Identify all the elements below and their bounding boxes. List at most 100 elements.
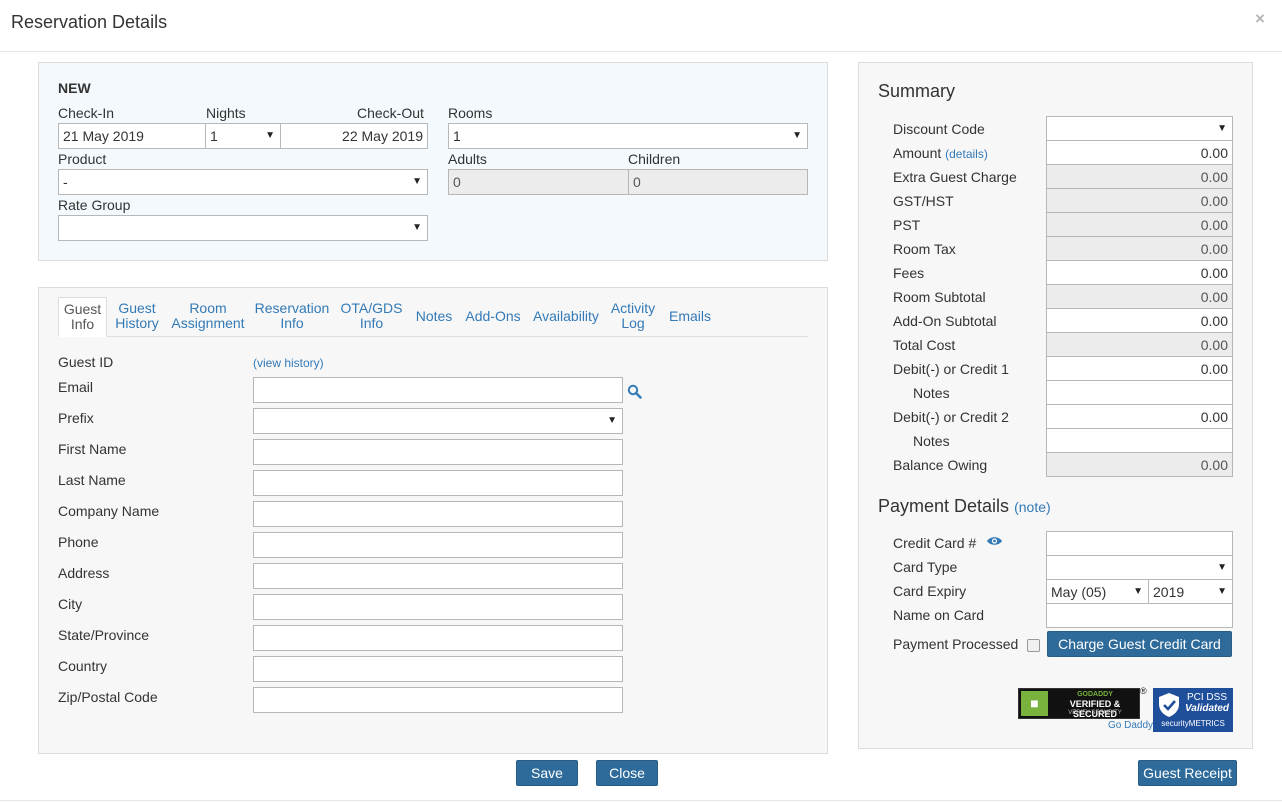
country-field[interactable] (253, 656, 623, 682)
nights-select[interactable]: 1 (205, 123, 281, 149)
room-subtotal-label: Room Subtotal (893, 289, 986, 305)
close-icon[interactable]: × (1255, 9, 1265, 29)
fees-label: Fees (893, 265, 925, 281)
credit-2-notes-label: Notes (913, 433, 950, 449)
pst-label: PST (893, 217, 921, 233)
zip-postal-label: Zip/Postal Code (58, 689, 158, 705)
children-input: 0 (628, 169, 808, 195)
tab-notes[interactable]: Notes (414, 309, 454, 324)
tab-ota-gds-info[interactable]: OTA/GDS Info (340, 301, 403, 331)
last-name-label: Last Name (58, 472, 126, 488)
search-icon[interactable] (627, 384, 642, 399)
payment-details-title: Payment Details (note) (878, 496, 1051, 516)
tab-add-ons[interactable]: Add-Ons (464, 309, 522, 324)
discount-code-label: Discount Code (893, 121, 985, 137)
balance-owing-label: Balance Owing (893, 457, 988, 473)
gst-hst-label: GST/HST (893, 193, 954, 209)
godaddy-seal[interactable]: ■ GODADDY VERIFIED & SECURED VERIFY SECU… (1018, 688, 1140, 719)
card-type-label: Card Type (893, 559, 958, 575)
tab-availability[interactable]: Availability (532, 309, 600, 324)
credit-2-label: Debit(-) or Credit 2 (893, 409, 1009, 425)
tab-divider (58, 336, 808, 337)
first-name-field[interactable] (253, 439, 623, 465)
nights-label: Nights (206, 105, 246, 121)
credit-1-input[interactable]: 0.00 (1046, 356, 1233, 381)
payment-note-link[interactable]: (note) (1014, 499, 1051, 515)
card-number-label: Credit Card # (893, 535, 977, 551)
addon-subtotal-label: Add-On Subtotal (893, 313, 997, 329)
payment-processed-label: Payment Processed (893, 636, 1019, 652)
guest-receipt-button[interactable]: Guest Receipt (1138, 760, 1237, 786)
room-tax-value: 0.00 (1046, 236, 1233, 261)
total-cost-value: 0.00 (1046, 332, 1233, 357)
credit-1-label: Debit(-) or Credit 1 (893, 361, 1009, 377)
header-divider (0, 51, 1282, 52)
tab-emails[interactable]: Emails (668, 309, 712, 324)
state-province-label: State/Province (58, 627, 150, 643)
expiry-month-select[interactable]: May (05) (1046, 579, 1149, 604)
credit-2-input[interactable]: 0.00 (1046, 404, 1233, 429)
company-name-label: Company Name (58, 503, 160, 519)
first-name-label: First Name (58, 441, 127, 457)
eye-icon[interactable] (986, 535, 1003, 547)
reservation-status: NEW (58, 80, 91, 96)
card-number-input[interactable] (1046, 531, 1233, 556)
amount-input[interactable]: 0.00 (1046, 140, 1233, 165)
state-province-field[interactable] (253, 625, 623, 651)
payment-processed-checkbox[interactable] (1027, 639, 1040, 652)
amount-details-link[interactable]: (details) (945, 147, 988, 161)
tab-room-assignment[interactable]: Room Assignment (170, 301, 246, 331)
charge-credit-card-button[interactable]: Charge Guest Credit Card (1047, 631, 1232, 657)
adults-input: 0 (448, 169, 629, 195)
tab-reservation-info[interactable]: Reservation Info (254, 301, 330, 331)
rate-group-label: Rate Group (58, 197, 131, 213)
balance-owing-value: 0.00 (1046, 452, 1233, 477)
tab-guest-history[interactable]: Guest History (112, 301, 162, 331)
credit-1-notes-input[interactable] (1046, 380, 1233, 405)
save-button[interactable]: Save (516, 760, 578, 786)
company-name-field[interactable] (253, 501, 623, 527)
close-button[interactable]: Close (596, 760, 658, 786)
address-field[interactable] (253, 563, 623, 589)
tab-activity-log[interactable]: Activity Log (608, 301, 658, 331)
children-label: Children (628, 151, 681, 167)
checkin-input[interactable]: 21 May 2019 (58, 123, 206, 149)
addon-subtotal-input[interactable]: 0.00 (1046, 308, 1233, 333)
card-expiry-label: Card Expiry (893, 583, 967, 599)
registered-mark: ® (1140, 686, 1147, 696)
extra-guest-charge-value: 0.00 (1046, 164, 1233, 189)
card-type-select[interactable] (1046, 555, 1233, 580)
tab-guest-info[interactable]: Guest Info (58, 297, 107, 337)
lock-icon: ■ (1021, 691, 1048, 716)
rooms-select[interactable]: 1 (448, 123, 808, 149)
footer-divider (0, 800, 1282, 801)
summary-title: Summary (878, 81, 956, 101)
shield-icon (1159, 693, 1179, 717)
name-on-card-input[interactable] (1046, 603, 1233, 628)
amount-label: Amount (details) (893, 145, 988, 161)
checkout-input[interactable]: 22 May 2019 (280, 123, 428, 149)
email-label: Email (58, 379, 94, 395)
godaddy-link[interactable]: Go Daddy (1108, 720, 1153, 731)
prefix-select[interactable] (253, 408, 623, 434)
expiry-year-select[interactable]: 2019 (1148, 579, 1233, 604)
city-field[interactable] (253, 594, 623, 620)
pci-dss-seal[interactable]: PCI DSS Validated securityMETRICS (1153, 688, 1233, 732)
extra-guest-charge-label: Extra Guest Charge (893, 169, 1017, 185)
view-history-link[interactable]: (view history) (253, 356, 324, 370)
discount-code-select[interactable] (1046, 116, 1233, 141)
email-field[interactable] (253, 377, 623, 403)
credit-1-notes-label: Notes (913, 385, 950, 401)
zip-postal-field[interactable] (253, 687, 623, 713)
rate-group-select[interactable] (58, 215, 428, 241)
total-cost-label: Total Cost (893, 337, 956, 353)
product-select[interactable]: - (58, 169, 428, 195)
name-on-card-label: Name on Card (893, 607, 985, 623)
phone-label: Phone (58, 534, 99, 550)
adults-label: Adults (448, 151, 487, 167)
credit-2-notes-input[interactable] (1046, 428, 1233, 453)
last-name-field[interactable] (253, 470, 623, 496)
country-label: Country (58, 658, 108, 674)
phone-field[interactable] (253, 532, 623, 558)
fees-input[interactable]: 0.00 (1046, 260, 1233, 285)
